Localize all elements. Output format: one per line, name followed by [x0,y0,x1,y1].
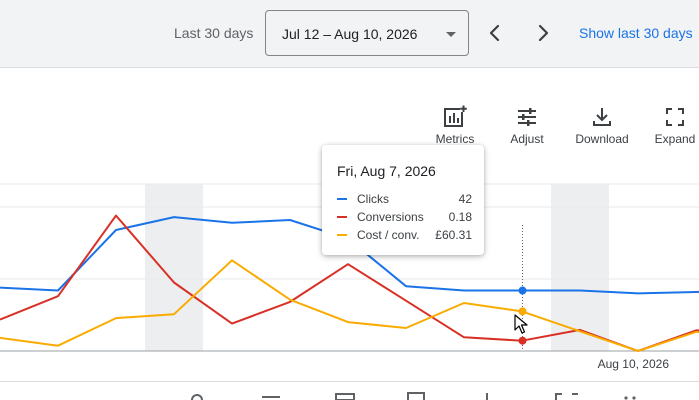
weekend-band [145,184,203,351]
tooltip-title: Fri, Aug 7, 2026 [337,163,436,179]
highlight-point[interactable] [518,286,527,295]
weekend-band [551,184,609,351]
expand-table-icon[interactable] [555,393,578,400]
tooltip-metric-value: 42 [458,192,472,206]
tooltip-metric-value: £60.31 [435,228,472,242]
highlight-point[interactable] [518,336,527,345]
bottom-toolbar-icons [191,392,636,400]
tooltip-metric-value: 0.18 [448,210,472,224]
tooltip-metric-name: Conversions [357,210,424,224]
section-divider [0,381,699,382]
tooltip-row-clicks: Clicks 42 [337,192,472,210]
tooltip-row-conversions: Conversions 0.18 [337,210,472,228]
search-icon[interactable] [191,394,203,400]
filter-icon[interactable] [262,396,280,398]
columns-icon[interactable] [335,393,355,400]
legend-swatch [337,198,347,200]
segment-icon[interactable] [407,392,425,400]
legend-swatch [337,234,347,236]
more-dot-icon[interactable] [624,396,628,400]
more-dot-icon[interactable] [632,396,636,400]
tooltip-row-cost-per-conversion: Cost / conv. £60.31 [337,228,472,246]
legend-swatch [337,216,347,218]
x-axis-end-label: Aug 10, 2026 [598,357,670,371]
tooltip-metric-name: Clicks [357,192,389,206]
tooltip-metric-name: Cost / conv. [357,228,420,242]
mouse-pointer-icon [514,314,528,334]
chart-tooltip: Fri, Aug 7, 2026 Clicks 42 Conversions 0… [322,145,484,255]
download-table-icon[interactable] [486,393,488,400]
